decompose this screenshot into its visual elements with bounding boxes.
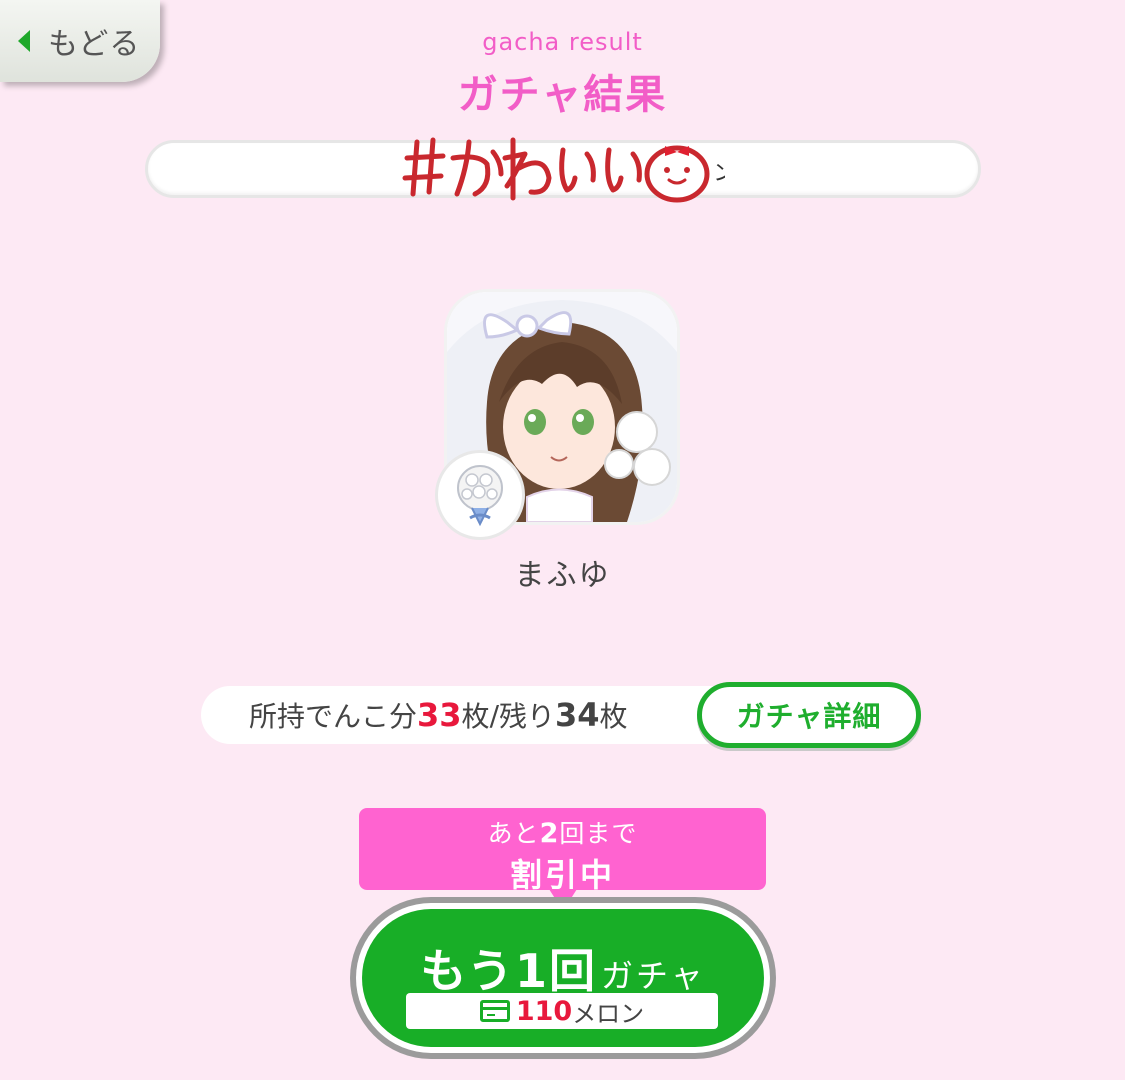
gacha-logo: #かわいいン ン — [395, 128, 735, 208]
remaining-prefix: 残り — [499, 700, 556, 733]
again-big-label: もう1回 — [420, 944, 597, 998]
gacha-again-frame: もう1回 ガチャ 110 メロン — [350, 897, 776, 1059]
remaining-unit: 枚 — [599, 700, 628, 733]
remaining-count: 34 — [555, 696, 600, 734]
coin-status: 所持でんこ分 33 枚 / 残り 34 枚 — [201, 686, 741, 744]
price-box: 110 メロン — [406, 993, 718, 1029]
discount-suffix: 回まで — [559, 819, 638, 848]
discount-count: 2 — [539, 818, 560, 849]
again-small-label: ガチャ — [600, 957, 706, 995]
owned-prefix: 所持でんこ分 — [249, 700, 418, 733]
gacha-detail-button[interactable]: ガチャ詳細 — [697, 682, 921, 748]
page-title: ガチャ結果 — [457, 72, 668, 118]
price-value: 110 — [515, 995, 573, 1027]
kawaii-logo-icon: ン — [402, 137, 735, 203]
price-currency: メロン — [572, 999, 645, 1028]
owned-unit: 枚 — [461, 700, 490, 733]
separator: / — [489, 698, 499, 732]
discount-line1: あと2回まで — [359, 814, 766, 850]
gacha-again-button[interactable]: もう1回 ガチャ 110 メロン — [362, 909, 764, 1047]
gacha-again-label: もう1回 ガチャ — [362, 935, 764, 1001]
page-subtitle: gacha result — [482, 28, 643, 56]
item-badge — [435, 450, 525, 540]
character-name: まふゆ — [514, 558, 611, 593]
svg-text:ン: ン — [713, 161, 725, 186]
discount-prefix: あと — [487, 819, 540, 848]
owned-count: 33 — [417, 696, 462, 734]
bouquet-icon — [457, 465, 503, 527]
discount-badge: あと2回まで 割引中 — [359, 808, 766, 894]
card-icon — [479, 1000, 510, 1022]
